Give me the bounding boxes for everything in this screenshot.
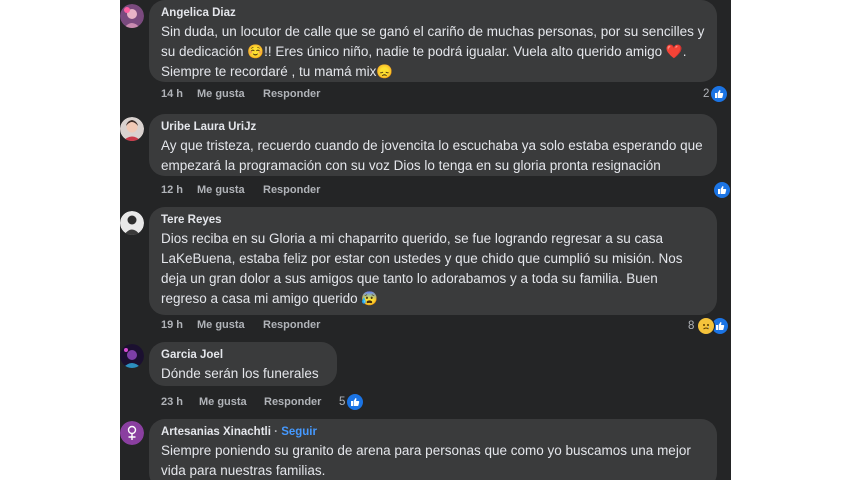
- comments-panel: Angelica Diaz Sin duda, un locutor de ca…: [120, 0, 731, 480]
- like-icon: [713, 181, 731, 199]
- like-icon: [346, 393, 365, 411]
- comment-author[interactable]: Angelica Diaz: [161, 6, 705, 20]
- comment-bubble: Tere Reyes Dios reciba en su Gloria a mi…: [149, 207, 717, 315]
- comment-time[interactable]: 12 h: [161, 184, 197, 196]
- comment-time[interactable]: 14 h: [161, 88, 197, 100]
- avatar[interactable]: [120, 344, 144, 368]
- comment-bubble: Uribe Laura UriJz Ay que tristeza, recue…: [149, 114, 717, 176]
- reaction-count: 5: [339, 396, 346, 408]
- comment-author[interactable]: Tere Reyes: [161, 213, 705, 227]
- comment-bubble: Garcia Joel Dónde serán los funerales: [149, 342, 337, 386]
- comment-time[interactable]: 19 h: [161, 319, 197, 331]
- reaction-summary[interactable]: 2: [703, 85, 729, 103]
- comment-actions: 23 h Me gusta Responder: [161, 396, 321, 408]
- comment-author[interactable]: Uribe Laura UriJz: [161, 120, 705, 134]
- comment-author[interactable]: Artesanias Xinachtli: [161, 426, 271, 438]
- avatar[interactable]: [120, 421, 144, 445]
- like-button[interactable]: Me gusta: [197, 184, 263, 196]
- comment-actions: 14 h Me gusta Responder: [161, 88, 320, 100]
- comment-text: Ay que tristeza, recuerdo cuando de jove…: [161, 138, 703, 173]
- like-button[interactable]: Me gusta: [197, 319, 263, 331]
- reaction-count: 2: [703, 88, 710, 100]
- comment-author[interactable]: Garcia Joel: [161, 348, 325, 362]
- reaction-count: 8: [688, 320, 695, 332]
- follow-button[interactable]: Seguir: [281, 426, 317, 438]
- comment-actions: 19 h Me gusta Responder: [161, 319, 320, 331]
- comment-text: Dónde serán los funerales: [161, 366, 319, 381]
- avatar[interactable]: [120, 4, 144, 28]
- comment-text: Sin duda, un locutor de calle que se gan…: [161, 24, 705, 79]
- comment-text: Siempre poniendo su granito de arena par…: [161, 443, 691, 478]
- like-icon: [710, 85, 729, 103]
- reaction-summary[interactable]: 5: [339, 393, 365, 411]
- reaction-summary[interactable]: 8: [688, 317, 730, 335]
- reply-button[interactable]: Responder: [264, 396, 321, 408]
- avatar[interactable]: [120, 211, 144, 235]
- comment-bubble: Angelica Diaz Sin duda, un locutor de ca…: [149, 0, 717, 82]
- comment-bubble: Artesanias Xinachtli · Seguir Siempre po…: [149, 419, 717, 480]
- reaction-summary[interactable]: [713, 181, 731, 199]
- reply-button[interactable]: Responder: [263, 319, 320, 331]
- separator-dot: ·: [274, 426, 278, 438]
- like-button[interactable]: Me gusta: [199, 396, 264, 408]
- comment-text: Dios reciba en su Gloria a mi chaparrito…: [161, 231, 683, 306]
- comment-time[interactable]: 23 h: [161, 396, 199, 408]
- comment-author-line: Artesanias Xinachtli · Seguir: [161, 425, 705, 439]
- reply-button[interactable]: Responder: [263, 184, 320, 196]
- comment-actions: 12 h Me gusta Responder: [161, 184, 320, 196]
- reply-button[interactable]: Responder: [263, 88, 320, 100]
- avatar[interactable]: [120, 117, 144, 141]
- like-button[interactable]: Me gusta: [197, 88, 263, 100]
